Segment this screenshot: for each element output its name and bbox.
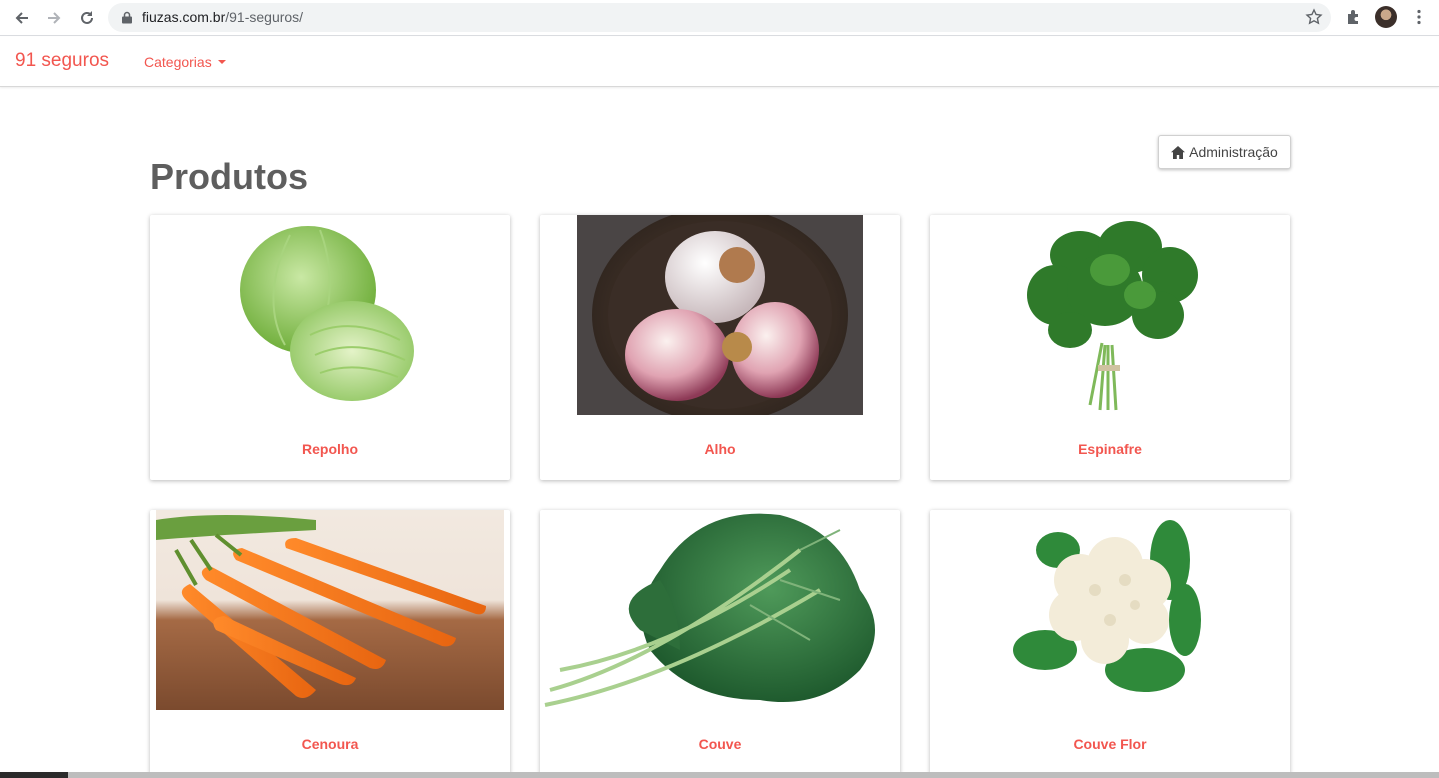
admin-button[interactable]: Administração	[1158, 135, 1291, 169]
categories-label: Categorias	[144, 54, 212, 70]
product-name[interactable]: Repolho	[150, 441, 510, 457]
product-card-cenoura[interactable]: Cenoura	[150, 510, 510, 775]
url-path: /91-seguros/	[225, 9, 304, 25]
product-card-espinafre[interactable]: Espinafre	[930, 215, 1290, 480]
product-name[interactable]: Espinafre	[930, 441, 1290, 457]
product-name[interactable]: Couve	[540, 736, 900, 752]
browser-toolbar: fiuzas.com.br/91-seguros/	[0, 0, 1439, 36]
product-card-repolho[interactable]: Repolho	[150, 215, 510, 480]
reload-icon[interactable]	[77, 8, 97, 28]
lock-icon	[122, 11, 132, 24]
product-image	[540, 215, 900, 415]
product-image	[930, 215, 1290, 415]
back-arrow-icon[interactable]	[12, 8, 32, 28]
product-card-couve-flor[interactable]: Couve Flor	[930, 510, 1290, 775]
product-image	[930, 510, 1290, 710]
brand-link[interactable]: 91 seguros	[15, 50, 109, 72]
home-icon	[1171, 145, 1186, 159]
product-card-couve[interactable]: Couve	[540, 510, 900, 775]
profile-avatar[interactable]	[1375, 6, 1397, 28]
product-name[interactable]: Cenoura	[150, 736, 510, 752]
product-image	[150, 215, 510, 415]
url-domain: fiuzas.com.br	[142, 9, 226, 25]
address-bar[interactable]: fiuzas.com.br/91-seguros/	[108, 3, 1331, 32]
product-image	[540, 510, 900, 710]
categories-dropdown[interactable]: Categorias	[144, 54, 226, 70]
caret-down-icon	[217, 60, 226, 65]
puzzle-icon[interactable]	[1345, 8, 1363, 26]
product-name[interactable]: Couve Flor	[930, 736, 1290, 752]
page-title: Produtos	[150, 156, 308, 197]
star-icon[interactable]	[1305, 8, 1323, 26]
os-taskbar	[0, 772, 1439, 778]
product-name[interactable]: Alho	[540, 441, 900, 457]
url-text: fiuzas.com.br/91-seguros/	[142, 9, 303, 25]
site-navbar: 91 seguros Categorias	[0, 37, 1439, 87]
product-card-alho[interactable]: Alho	[540, 215, 900, 480]
menu-dots-icon[interactable]	[1410, 8, 1428, 26]
forward-arrow-icon[interactable]	[44, 8, 64, 28]
admin-button-label: Administração	[1189, 144, 1278, 160]
product-image	[150, 510, 510, 710]
